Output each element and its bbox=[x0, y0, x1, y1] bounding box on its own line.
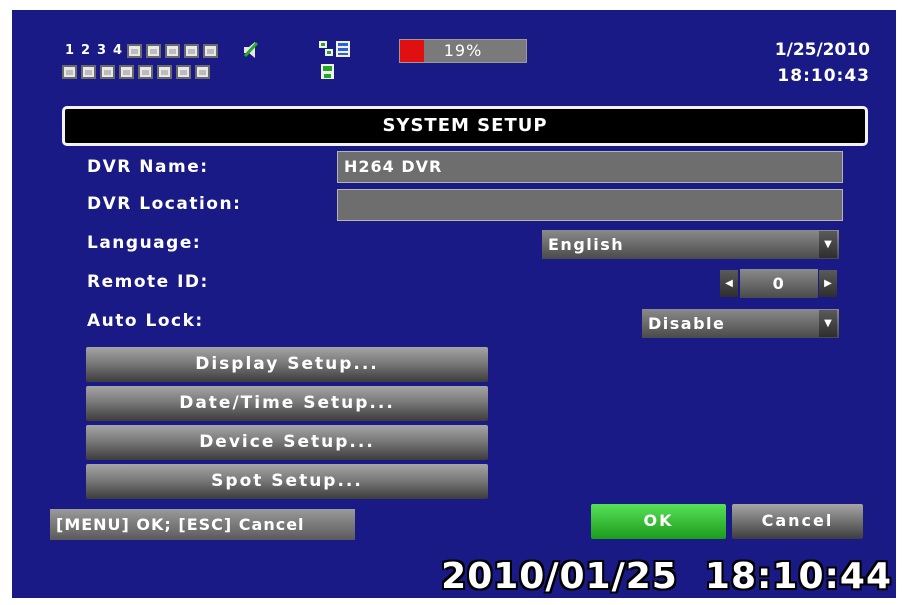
dvr-name-label: DVR Name: bbox=[87, 157, 209, 177]
dvr-location-label: DVR Location: bbox=[87, 194, 242, 214]
auto-lock-value: Disable bbox=[648, 314, 726, 333]
channel-17 bbox=[195, 65, 210, 79]
channel-13 bbox=[119, 65, 134, 79]
channel-14 bbox=[138, 65, 153, 79]
arrow-right-icon[interactable]: ▶ bbox=[819, 270, 837, 297]
channel-2: 2 bbox=[80, 43, 91, 58]
channel-6 bbox=[146, 44, 161, 58]
status-time: 18:10:43 bbox=[777, 66, 870, 86]
spot-setup-button[interactable]: Spot Setup... bbox=[86, 464, 488, 499]
channel-7 bbox=[165, 44, 180, 58]
channel-12 bbox=[100, 65, 115, 79]
dvr-name-input[interactable]: H264 DVR bbox=[337, 151, 843, 183]
ok-button[interactable]: OK bbox=[591, 504, 726, 539]
cancel-button[interactable]: Cancel bbox=[732, 504, 863, 539]
status-date: 1/25/2010 bbox=[774, 40, 870, 60]
channel-15 bbox=[157, 65, 172, 79]
device-setup-button[interactable]: Device Setup... bbox=[86, 425, 488, 460]
remote-id-label: Remote ID: bbox=[87, 272, 209, 292]
channel-9 bbox=[203, 44, 218, 58]
auto-lock-label: Auto Lock: bbox=[87, 311, 204, 331]
network-icon bbox=[319, 41, 350, 57]
osd-timestamp: 2010/01/25 18:10:44 bbox=[441, 556, 892, 597]
key-hint: [MENU] OK; [ESC] Cancel bbox=[50, 509, 355, 540]
channel-11 bbox=[81, 65, 96, 79]
channel-10 bbox=[62, 65, 77, 79]
language-select[interactable]: English bbox=[542, 230, 839, 259]
dropdown-arrow-icon[interactable]: ▼ bbox=[819, 231, 837, 258]
channel-5 bbox=[127, 44, 142, 58]
dvr-location-input[interactable] bbox=[337, 189, 843, 221]
remote-id-stepper[interactable]: 0 bbox=[740, 269, 818, 298]
disk-icon bbox=[321, 64, 334, 79]
display-setup-button[interactable]: Display Setup... bbox=[86, 347, 488, 382]
channel-4: 4 bbox=[112, 43, 123, 58]
dialog-title: SYSTEM SETUP bbox=[62, 106, 868, 146]
arrow-left-icon[interactable]: ◀ bbox=[720, 270, 738, 297]
speaker-mute-icon bbox=[243, 41, 259, 58]
channel-1: 1 bbox=[64, 43, 75, 58]
channel-8 bbox=[184, 44, 199, 58]
channel-3: 3 bbox=[96, 43, 107, 58]
channel-16 bbox=[176, 65, 191, 79]
dvr-screen: 1 2 3 4 19% 1/25/2010 18:10:43 SYSTEM SE… bbox=[12, 10, 896, 598]
language-label: Language: bbox=[87, 233, 202, 253]
hdd-usage-label: 19% bbox=[443, 41, 483, 60]
auto-lock-select[interactable]: Disable bbox=[642, 309, 839, 338]
language-value: English bbox=[548, 235, 625, 254]
dropdown-arrow-icon[interactable]: ▼ bbox=[819, 310, 837, 337]
hdd-usage-bar: 19% bbox=[399, 39, 527, 63]
datetime-setup-button[interactable]: Date/Time Setup... bbox=[86, 386, 488, 421]
